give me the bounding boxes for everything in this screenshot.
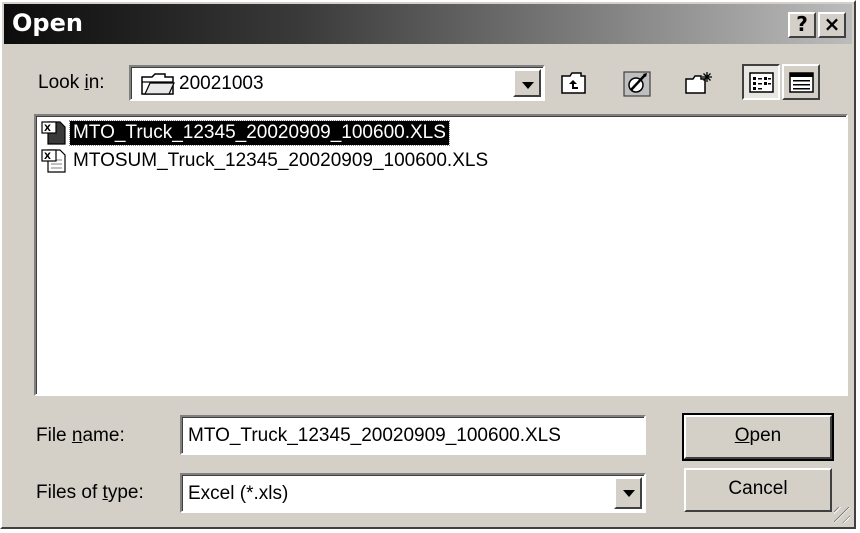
file-item[interactable]: X MTOSUM_Truck_12345_20020909_100600.XLS bbox=[40, 148, 491, 174]
look-in-label-pre: Look bbox=[38, 72, 85, 93]
list-view-button[interactable] bbox=[742, 64, 780, 100]
file-name-input[interactable]: MTO_Truck_12345_20020909_100600.XLS bbox=[180, 415, 646, 455]
close-button[interactable]: × bbox=[818, 12, 846, 38]
file-type-label-pre: Files of bbox=[36, 482, 103, 503]
file-type-label-post: ype: bbox=[107, 482, 144, 503]
file-type-value: Excel (*.xls) bbox=[188, 483, 289, 504]
title-bar[interactable]: Open ? × bbox=[4, 4, 852, 44]
file-name-label: File name: bbox=[36, 425, 125, 447]
open-dialog: Open ? × Look in: 20021003 X MTO_Truck_1… bbox=[0, 0, 856, 529]
file-type-combobox[interactable]: Excel (*.xls) bbox=[180, 473, 646, 513]
look-in-combobox[interactable]: 20021003 bbox=[129, 65, 545, 101]
open-button[interactable]: Open bbox=[682, 413, 834, 461]
svg-text:X: X bbox=[44, 124, 51, 134]
dialog-title: Open bbox=[12, 9, 83, 37]
open-button-label: pen bbox=[749, 425, 782, 446]
last-folder-button[interactable] bbox=[616, 64, 654, 100]
open-button-accel: O bbox=[734, 425, 750, 446]
file-name: MTOSUM_Truck_12345_20020909_100600.XLS bbox=[73, 150, 489, 171]
cancel-button[interactable]: Cancel bbox=[684, 468, 832, 512]
details-view-button[interactable] bbox=[782, 64, 820, 100]
svg-text:X: X bbox=[44, 152, 51, 162]
look-in-label: Look in: bbox=[38, 72, 105, 94]
excel-file-icon: X bbox=[40, 120, 70, 146]
look-in-folder: 20021003 bbox=[179, 73, 264, 94]
look-in-label-post: n: bbox=[88, 72, 105, 93]
file-name-label-accel: n bbox=[71, 425, 83, 446]
file-list[interactable]: X MTO_Truck_12345_20020909_100600.XLS X … bbox=[34, 114, 848, 396]
look-in-dropdown-button[interactable] bbox=[513, 69, 541, 97]
folder-icon bbox=[141, 73, 175, 100]
file-name-label-pre: File bbox=[36, 425, 72, 446]
excel-file-icon: X bbox=[40, 148, 70, 174]
file-name-value: MTO_Truck_12345_20020909_100600.XLS bbox=[188, 425, 561, 446]
help-button[interactable]: ? bbox=[788, 12, 816, 38]
create-new-folder-button[interactable] bbox=[678, 64, 716, 100]
file-name-label-post: ame: bbox=[82, 425, 125, 446]
file-type-dropdown-button[interactable] bbox=[614, 477, 642, 509]
close-icon: × bbox=[823, 12, 841, 36]
file-name: MTO_Truck_12345_20020909_100600.XLS bbox=[69, 120, 450, 146]
up-one-level-button[interactable] bbox=[554, 64, 592, 100]
resize-grip[interactable] bbox=[834, 507, 850, 523]
file-type-label: Files of type: bbox=[36, 482, 144, 504]
file-item[interactable]: X MTO_Truck_12345_20020909_100600.XLS bbox=[40, 120, 450, 146]
